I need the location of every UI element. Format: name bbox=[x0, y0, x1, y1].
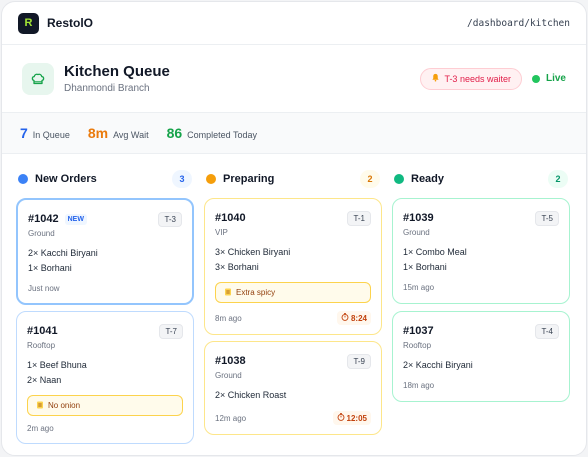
column-title: Ready bbox=[411, 173, 445, 185]
column-title: New Orders bbox=[35, 173, 97, 185]
order-item: 2× Naan bbox=[27, 375, 62, 385]
branch-name: Dhanmondi Branch bbox=[64, 83, 150, 94]
order-item: 2× Chicken Roast bbox=[215, 390, 287, 400]
order-id: #1041 bbox=[27, 325, 58, 337]
order-card[interactable]: #1042 NEW T-3 Ground 2× Kacchi Biryani 1… bbox=[16, 198, 194, 305]
order-item: 3× Chicken Biryani bbox=[215, 247, 291, 257]
order-note: No onion bbox=[27, 395, 183, 416]
brand-name: RestolO bbox=[47, 16, 94, 30]
column-ready: Ready 2 #1039 T-5 Ground 1× Combo Meal 1… bbox=[392, 168, 570, 402]
note-icon bbox=[224, 288, 232, 298]
column-new-orders: New Orders 3 #1042 NEW T-3 Ground 2× Kac… bbox=[16, 168, 194, 444]
order-item: 1× Combo Meal bbox=[403, 247, 467, 257]
table-badge: T-1 bbox=[347, 210, 371, 226]
order-item: 3× Borhani bbox=[215, 262, 259, 272]
order-time: 18m ago bbox=[403, 381, 435, 390]
order-area: Ground bbox=[403, 228, 430, 237]
stat-value: 8m bbox=[87, 125, 109, 141]
order-area: Rooftop bbox=[27, 341, 56, 350]
stats-bar: 7 In Queue 8m Avg Wait 86 Completed Toda… bbox=[2, 113, 586, 154]
column-count-badge: 3 bbox=[172, 170, 192, 188]
live-label: Live bbox=[545, 73, 566, 84]
stat-avg-wait: 8m Avg Wait bbox=[88, 125, 149, 141]
note-text: No onion bbox=[48, 401, 81, 410]
bell-icon bbox=[431, 73, 440, 84]
order-time: 15m ago bbox=[403, 283, 435, 292]
live-status: Live bbox=[531, 73, 566, 84]
order-item: 2× Kacchi Biryani bbox=[403, 360, 473, 370]
app-window: R RestolO /dashboard/kitchen Kitchen Que… bbox=[1, 1, 587, 456]
order-area: Ground bbox=[28, 229, 55, 238]
table-badge: T-4 bbox=[535, 323, 559, 339]
prep-timer: 12:05 bbox=[332, 411, 371, 425]
table-badge: T-7 bbox=[159, 323, 183, 339]
stat-value: 86 bbox=[166, 125, 183, 141]
note-icon bbox=[36, 401, 44, 411]
table-badge: T-3 bbox=[158, 211, 182, 227]
order-item: 1× Beef Bhuna bbox=[27, 360, 87, 370]
column-header: New Orders 3 bbox=[16, 168, 194, 190]
stat-label: In Queue bbox=[32, 130, 70, 140]
stat-label: Completed Today bbox=[187, 130, 258, 140]
alert-text: T-3 needs waiter bbox=[444, 73, 511, 84]
order-item: 2× Kacchi Biryani bbox=[28, 248, 98, 258]
order-time: 2m ago bbox=[27, 424, 54, 433]
column-title: Preparing bbox=[223, 173, 275, 185]
app-logo[interactable]: R bbox=[18, 12, 39, 34]
order-time: 12m ago bbox=[215, 413, 247, 423]
order-note: Extra spicy bbox=[215, 282, 371, 303]
waiter-alert-badge[interactable]: T-3 needs waiter bbox=[420, 67, 522, 90]
page-header: Kitchen Queue Dhanmondi Branch T-3 needs… bbox=[2, 45, 586, 113]
timer-icon bbox=[337, 413, 345, 423]
timer-value: 8:24 bbox=[350, 313, 367, 323]
order-card[interactable]: #1037 T-4 Rooftop 2× Kacchi Biryani 18m … bbox=[392, 311, 570, 402]
order-card[interactable]: #1038 T-9 Ground 2× Chicken Roast 12m ag… bbox=[204, 341, 382, 435]
url-path: /dashboard/kitchen bbox=[467, 17, 570, 29]
column-count-badge: 2 bbox=[548, 170, 568, 188]
order-id: #1040 bbox=[215, 212, 246, 224]
column-preparing: Preparing 2 #1040 T-1 VIP 3× Chicken Bir… bbox=[204, 168, 382, 435]
order-id: #1038 bbox=[215, 355, 246, 367]
order-area: Ground bbox=[215, 371, 242, 380]
chef-hat-icon bbox=[22, 62, 54, 95]
column-header: Preparing 2 bbox=[204, 168, 382, 190]
table-badge: T-9 bbox=[347, 353, 371, 369]
order-card[interactable]: #1039 T-5 Ground 1× Combo Meal 1× Borhan… bbox=[392, 198, 570, 304]
stat-value: 7 bbox=[20, 125, 28, 141]
stat-completed: 86 Completed Today bbox=[167, 125, 257, 141]
order-id: #1039 bbox=[403, 212, 434, 224]
table-badge: T-5 bbox=[535, 210, 559, 226]
status-dot-icon bbox=[18, 174, 28, 184]
status-dot-icon bbox=[206, 174, 216, 184]
order-item: 1× Borhani bbox=[28, 263, 72, 273]
timer-icon bbox=[341, 313, 349, 323]
order-id: #1037 bbox=[403, 325, 434, 337]
column-count-badge: 2 bbox=[360, 170, 380, 188]
order-time: Just now bbox=[28, 284, 60, 293]
new-badge: NEW bbox=[64, 213, 87, 225]
order-card[interactable]: #1040 T-1 VIP 3× Chicken Biryani 3× Borh… bbox=[204, 198, 382, 335]
prep-timer: 8:24 bbox=[336, 311, 371, 325]
page-title: Kitchen Queue bbox=[64, 63, 170, 80]
timer-value: 12:05 bbox=[346, 413, 367, 423]
stat-in-queue: 7 In Queue bbox=[20, 125, 70, 141]
status-dot-icon bbox=[394, 174, 404, 184]
order-time: 8m ago bbox=[215, 313, 242, 323]
stat-label: Avg Wait bbox=[113, 130, 149, 140]
order-card[interactable]: #1041 T-7 Rooftop 1× Beef Bhuna 2× Naan … bbox=[16, 311, 194, 444]
order-area: VIP bbox=[215, 228, 228, 237]
live-dot-icon bbox=[531, 74, 540, 83]
order-id: #1042 bbox=[28, 213, 59, 225]
top-bar: R RestolO /dashboard/kitchen bbox=[2, 2, 586, 45]
order-area: Rooftop bbox=[403, 341, 432, 350]
order-item: 1× Borhani bbox=[403, 262, 447, 272]
note-text: Extra spicy bbox=[236, 288, 276, 297]
column-header: Ready 2 bbox=[392, 168, 570, 190]
